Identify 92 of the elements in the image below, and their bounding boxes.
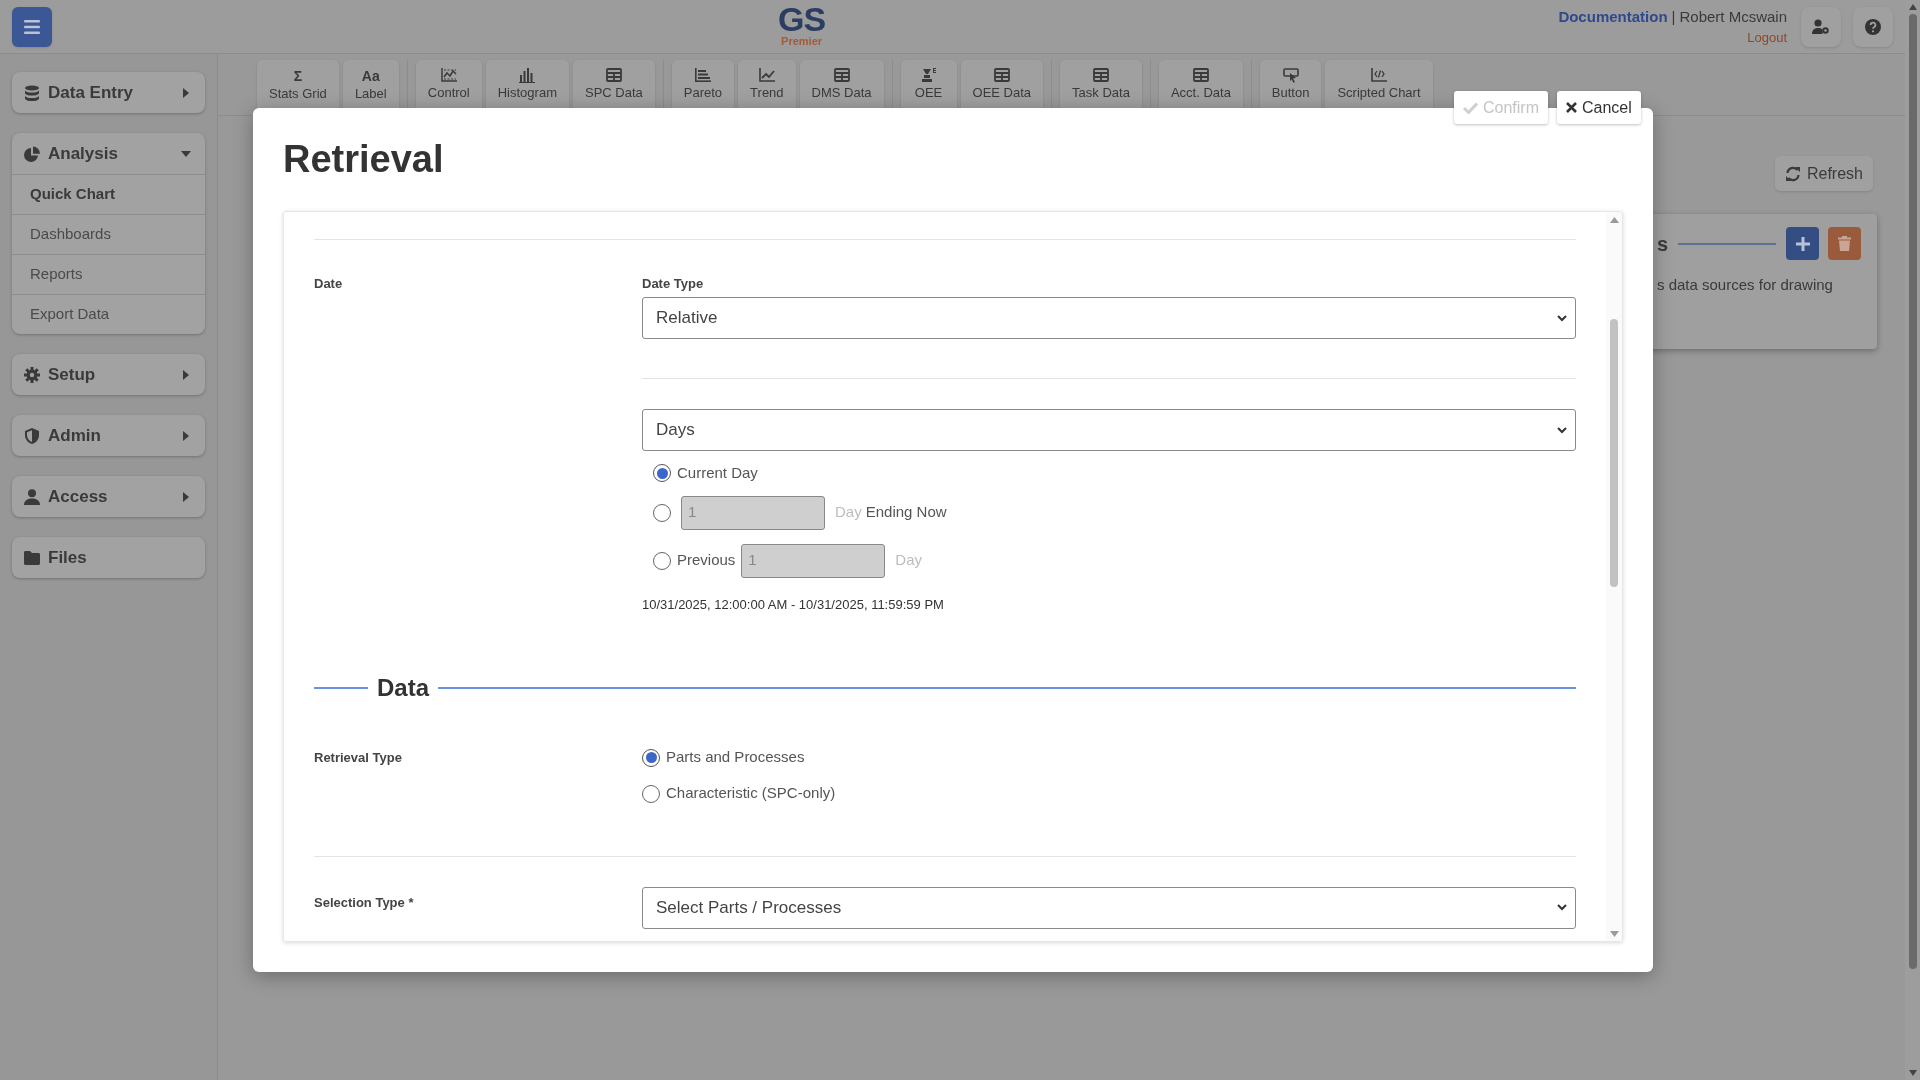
toolbar-button[interactable]: Σ Stats Grid: [257, 60, 339, 108]
gear-icon: [24, 366, 40, 383]
refresh-button[interactable]: Refresh: [1774, 156, 1873, 191]
cancel-button[interactable]: Cancel: [1557, 91, 1641, 124]
bar-list-icon: [694, 68, 711, 83]
sidebar-header[interactable]: Files: [12, 537, 205, 578]
toolbar-button[interactable]: Aa Label: [342, 60, 399, 108]
user-settings-button[interactable]: [1801, 6, 1841, 47]
sidebar-item[interactable]: Dashboards: [12, 214, 205, 254]
toolbar-button[interactable]: Scripted Chart: [1325, 60, 1433, 108]
dropdown[interactable]: Days: [642, 409, 1576, 451]
plus-icon: [1795, 236, 1810, 251]
sidebar-item[interactable]: Quick Chart: [12, 174, 205, 214]
user-gear-icon: [1812, 19, 1830, 34]
caret-right-icon: [183, 491, 189, 502]
modal-title: Retrieval: [283, 137, 445, 182]
trend-icon: [758, 68, 775, 83]
check-icon: [1463, 101, 1478, 114]
radio-label: Ending Now: [865, 502, 947, 523]
toolbar-button[interactable]: DMS Data: [799, 60, 884, 108]
radio-label: Current Day: [677, 462, 758, 483]
add-button[interactable]: [1786, 227, 1819, 260]
toolbar-button[interactable]: Control: [415, 60, 482, 108]
documentation-link[interactable]: Documentation: [1558, 5, 1668, 28]
separator: |: [1671, 6, 1676, 27]
pointer-icon: [1282, 68, 1299, 83]
sidebar-header[interactable]: Setup: [12, 354, 205, 395]
sidebar-header[interactable]: Analysis: [12, 133, 205, 174]
card-heading: s: [1657, 231, 1669, 257]
field-label: Date: [314, 276, 344, 293]
toolbar-button[interactable]: OEE Data: [960, 60, 1044, 108]
field-label: Selection Type *: [314, 893, 415, 912]
toolbar-button[interactable]: Histogram: [485, 60, 569, 108]
radio-label: Previous: [677, 550, 736, 571]
scroll-down-arrow-icon: [1609, 931, 1619, 937]
bar-chart-icon: [519, 68, 536, 83]
unit-label: Day: [895, 550, 923, 571]
menu-icon: [24, 19, 40, 34]
dropdown[interactable]: Select Parts / Processes: [642, 886, 1576, 929]
sidebar-item[interactable]: Reports: [12, 254, 205, 294]
field-label: Retrieval Type: [314, 748, 403, 767]
chevron-down-icon: [1557, 314, 1567, 322]
caret-down-icon: [181, 150, 191, 157]
card-text: s data sources for drawing: [1657, 275, 1834, 295]
database-icon: [24, 84, 40, 101]
table-icon: [833, 68, 850, 83]
toolbar-button[interactable]: OEE: [900, 60, 957, 108]
logout-link[interactable]: Logout: [1747, 28, 1787, 48]
help-icon: [1865, 18, 1881, 35]
unit-label: Day: [835, 502, 862, 523]
delete-button[interactable]: [1828, 227, 1861, 260]
scroll-up-arrow-icon: [1609, 217, 1619, 223]
trash-icon: [1838, 236, 1851, 251]
scroll-up-arrow-icon: [1908, 4, 1917, 10]
caret-right-icon: [183, 369, 189, 380]
toolbar-button[interactable]: SPC Data: [572, 60, 655, 108]
table-icon: [993, 68, 1010, 83]
sidebar-header[interactable]: Access: [12, 476, 205, 517]
sidebar-header[interactable]: Data Entry: [12, 72, 205, 113]
code-chart-icon: [1371, 68, 1387, 83]
radio-label: Characteristic (SPC-only): [666, 783, 836, 804]
close-icon: [1566, 102, 1577, 113]
line-chart-icon: [440, 68, 457, 83]
help-button[interactable]: [1853, 6, 1893, 47]
user-icon: [24, 488, 40, 505]
caret-right-icon: [183, 87, 189, 98]
toolbar-button[interactable]: Acct. Data: [1158, 60, 1243, 108]
caret-right-icon: [183, 430, 189, 441]
date-range-text: 10/31/2025, 12:00:00 AM - 10/31/2025, 11:59:59 PM: [642, 596, 945, 614]
chevron-down-icon: [1557, 426, 1567, 434]
table-icon: [1093, 68, 1109, 83]
shield-icon: [24, 427, 40, 444]
sidebar-header[interactable]: Admin: [12, 415, 205, 456]
scroll-down-arrow-icon: [1908, 1070, 1917, 1076]
logo: GS Premier: [778, 2, 826, 47]
sidebar-item[interactable]: Export Data: [12, 294, 205, 334]
pie-chart-icon: [24, 145, 40, 162]
toolbar-button[interactable]: Trend: [738, 60, 796, 108]
field-label: Date Type: [642, 276, 705, 292]
user-name: Robert Mcswain: [1679, 6, 1787, 27]
table-icon: [605, 68, 622, 83]
folder-icon: [24, 549, 40, 566]
radio-label: Parts and Processes: [666, 747, 805, 768]
table-icon: [1192, 68, 1209, 83]
refresh-icon: [1784, 165, 1801, 182]
toolbar-button[interactable]: Pareto: [671, 60, 735, 108]
toolbar-button[interactable]: Button: [1259, 60, 1322, 108]
section-heading: Data: [376, 672, 431, 703]
menu-button[interactable]: [12, 6, 52, 47]
toolbar-button[interactable]: Task Data: [1060, 60, 1142, 108]
dropdown[interactable]: Relative: [642, 297, 1576, 339]
chevron-down-icon: [1557, 904, 1567, 911]
